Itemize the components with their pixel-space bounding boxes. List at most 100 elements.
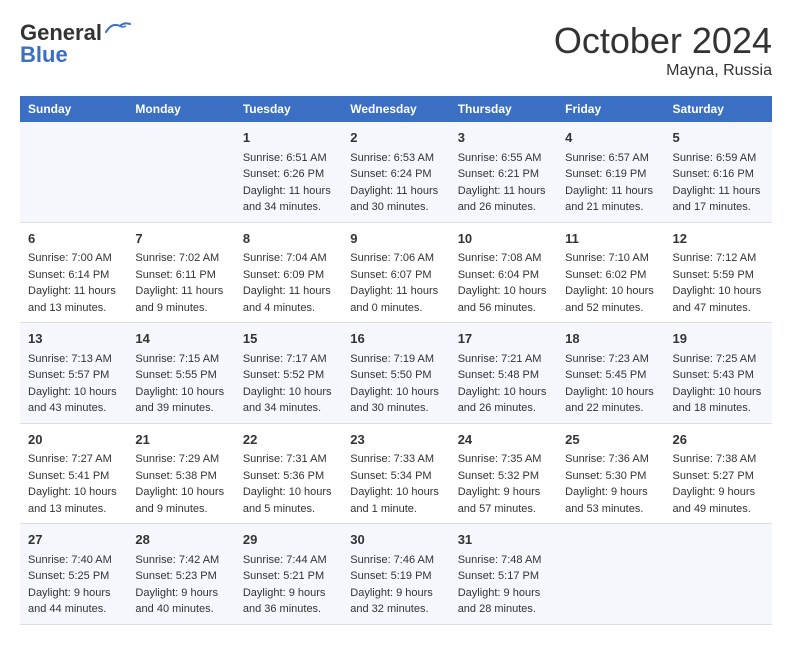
day-cell: 20Sunrise: 7:27 AMSunset: 5:41 PMDayligh… — [20, 423, 127, 524]
day-cell: 31Sunrise: 7:48 AMSunset: 5:17 PMDayligh… — [450, 524, 557, 625]
sunrise-text: Sunrise: 7:06 AM — [350, 250, 441, 267]
day-number: 26 — [673, 430, 764, 450]
header-monday: Monday — [127, 96, 234, 122]
day-cell: 30Sunrise: 7:46 AMSunset: 5:19 PMDayligh… — [342, 524, 449, 625]
title-block: October 2024 Mayna, Russia — [554, 20, 772, 80]
day-cell: 11Sunrise: 7:10 AMSunset: 6:02 PMDayligh… — [557, 222, 664, 323]
day-cell: 19Sunrise: 7:25 AMSunset: 5:43 PMDayligh… — [665, 323, 772, 424]
daylight-text: Daylight: 11 hours and 13 minutes. — [28, 283, 119, 316]
day-number: 6 — [28, 229, 119, 249]
week-row-2: 6Sunrise: 7:00 AMSunset: 6:14 PMDaylight… — [20, 222, 772, 323]
day-cell: 3Sunrise: 6:55 AMSunset: 6:21 PMDaylight… — [450, 122, 557, 222]
day-number: 18 — [565, 329, 656, 349]
sunrise-text: Sunrise: 7:46 AM — [350, 552, 441, 569]
sunrise-text: Sunrise: 7:23 AM — [565, 351, 656, 368]
daylight-text: Daylight: 10 hours and 5 minutes. — [243, 484, 334, 517]
header-saturday: Saturday — [665, 96, 772, 122]
daylight-text: Daylight: 11 hours and 30 minutes. — [350, 183, 441, 216]
header-wednesday: Wednesday — [342, 96, 449, 122]
header-thursday: Thursday — [450, 96, 557, 122]
page-header: General Blue October 2024 Mayna, Russia — [20, 20, 772, 80]
day-cell: 18Sunrise: 7:23 AMSunset: 5:45 PMDayligh… — [557, 323, 664, 424]
day-number: 30 — [350, 530, 441, 550]
daylight-text: Daylight: 9 hours and 28 minutes. — [458, 585, 549, 618]
day-number: 8 — [243, 229, 334, 249]
header-tuesday: Tuesday — [235, 96, 342, 122]
sunset-text: Sunset: 5:43 PM — [673, 367, 764, 384]
sunset-text: Sunset: 5:30 PM — [565, 468, 656, 485]
sunset-text: Sunset: 6:09 PM — [243, 267, 334, 284]
day-cell: 26Sunrise: 7:38 AMSunset: 5:27 PMDayligh… — [665, 423, 772, 524]
sunrise-text: Sunrise: 7:42 AM — [135, 552, 226, 569]
sunrise-text: Sunrise: 6:51 AM — [243, 150, 334, 167]
sunset-text: Sunset: 6:07 PM — [350, 267, 441, 284]
sunset-text: Sunset: 6:14 PM — [28, 267, 119, 284]
calendar-table: SundayMondayTuesdayWednesdayThursdayFrid… — [20, 96, 772, 625]
day-number: 28 — [135, 530, 226, 550]
daylight-text: Daylight: 10 hours and 47 minutes. — [673, 283, 764, 316]
sunrise-text: Sunrise: 7:00 AM — [28, 250, 119, 267]
day-number: 1 — [243, 128, 334, 148]
week-row-4: 20Sunrise: 7:27 AMSunset: 5:41 PMDayligh… — [20, 423, 772, 524]
day-number: 14 — [135, 329, 226, 349]
day-number: 31 — [458, 530, 549, 550]
logo: General Blue — [20, 20, 132, 68]
daylight-text: Daylight: 11 hours and 17 minutes. — [673, 183, 764, 216]
sunrise-text: Sunrise: 6:59 AM — [673, 150, 764, 167]
sunrise-text: Sunrise: 7:13 AM — [28, 351, 119, 368]
daylight-text: Daylight: 10 hours and 13 minutes. — [28, 484, 119, 517]
sunset-text: Sunset: 5:59 PM — [673, 267, 764, 284]
daylight-text: Daylight: 11 hours and 26 minutes. — [458, 183, 549, 216]
daylight-text: Daylight: 9 hours and 49 minutes. — [673, 484, 764, 517]
logo-bird-icon — [104, 20, 132, 38]
sunrise-text: Sunrise: 7:19 AM — [350, 351, 441, 368]
day-cell: 17Sunrise: 7:21 AMSunset: 5:48 PMDayligh… — [450, 323, 557, 424]
daylight-text: Daylight: 9 hours and 44 minutes. — [28, 585, 119, 618]
daylight-text: Daylight: 10 hours and 56 minutes. — [458, 283, 549, 316]
sunset-text: Sunset: 6:02 PM — [565, 267, 656, 284]
day-number: 3 — [458, 128, 549, 148]
day-cell: 5Sunrise: 6:59 AMSunset: 6:16 PMDaylight… — [665, 122, 772, 222]
day-number: 27 — [28, 530, 119, 550]
day-cell: 23Sunrise: 7:33 AMSunset: 5:34 PMDayligh… — [342, 423, 449, 524]
sunset-text: Sunset: 6:11 PM — [135, 267, 226, 284]
sunset-text: Sunset: 6:26 PM — [243, 166, 334, 183]
sunset-text: Sunset: 5:45 PM — [565, 367, 656, 384]
sunrise-text: Sunrise: 7:31 AM — [243, 451, 334, 468]
day-cell: 28Sunrise: 7:42 AMSunset: 5:23 PMDayligh… — [127, 524, 234, 625]
sunrise-text: Sunrise: 7:29 AM — [135, 451, 226, 468]
day-cell: 14Sunrise: 7:15 AMSunset: 5:55 PMDayligh… — [127, 323, 234, 424]
day-number: 22 — [243, 430, 334, 450]
day-cell: 12Sunrise: 7:12 AMSunset: 5:59 PMDayligh… — [665, 222, 772, 323]
daylight-text: Daylight: 10 hours and 30 minutes. — [350, 384, 441, 417]
daylight-text: Daylight: 9 hours and 57 minutes. — [458, 484, 549, 517]
sunset-text: Sunset: 5:41 PM — [28, 468, 119, 485]
day-number: 24 — [458, 430, 549, 450]
week-row-3: 13Sunrise: 7:13 AMSunset: 5:57 PMDayligh… — [20, 323, 772, 424]
day-number: 20 — [28, 430, 119, 450]
day-cell: 25Sunrise: 7:36 AMSunset: 5:30 PMDayligh… — [557, 423, 664, 524]
sunset-text: Sunset: 6:04 PM — [458, 267, 549, 284]
sunrise-text: Sunrise: 7:02 AM — [135, 250, 226, 267]
sunset-text: Sunset: 5:32 PM — [458, 468, 549, 485]
sunset-text: Sunset: 5:38 PM — [135, 468, 226, 485]
sunset-text: Sunset: 5:55 PM — [135, 367, 226, 384]
day-number: 23 — [350, 430, 441, 450]
daylight-text: Daylight: 11 hours and 0 minutes. — [350, 283, 441, 316]
day-cell: 29Sunrise: 7:44 AMSunset: 5:21 PMDayligh… — [235, 524, 342, 625]
day-number: 4 — [565, 128, 656, 148]
daylight-text: Daylight: 11 hours and 34 minutes. — [243, 183, 334, 216]
sunrise-text: Sunrise: 7:12 AM — [673, 250, 764, 267]
day-cell — [665, 524, 772, 625]
month-title: October 2024 — [554, 20, 772, 62]
day-number: 9 — [350, 229, 441, 249]
sunrise-text: Sunrise: 7:33 AM — [350, 451, 441, 468]
day-number: 17 — [458, 329, 549, 349]
sunrise-text: Sunrise: 7:25 AM — [673, 351, 764, 368]
day-cell — [557, 524, 664, 625]
sunset-text: Sunset: 5:17 PM — [458, 568, 549, 585]
day-cell: 4Sunrise: 6:57 AMSunset: 6:19 PMDaylight… — [557, 122, 664, 222]
sunset-text: Sunset: 5:57 PM — [28, 367, 119, 384]
daylight-text: Daylight: 10 hours and 34 minutes. — [243, 384, 334, 417]
daylight-text: Daylight: 10 hours and 26 minutes. — [458, 384, 549, 417]
